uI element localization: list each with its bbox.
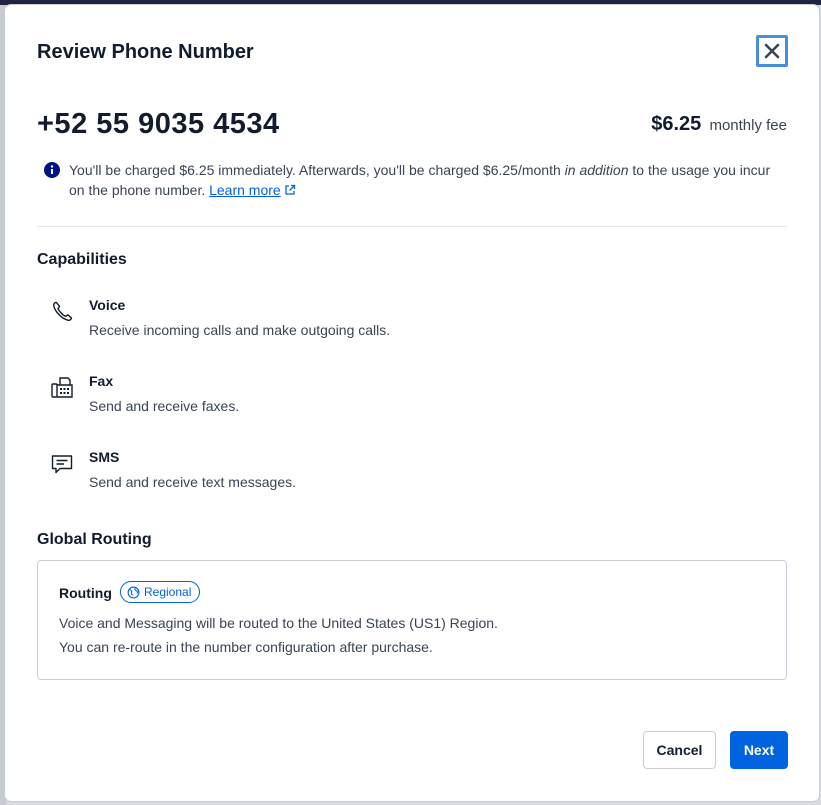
- capability-name: Voice: [89, 297, 126, 313]
- charge-notice: You'll be charged $6.25 immediately. Aft…: [69, 160, 779, 200]
- globe-icon: [127, 586, 140, 598]
- learn-more-link[interactable]: Learn more: [209, 182, 281, 198]
- capability-description: Receive incoming calls and make outgoing…: [89, 322, 391, 338]
- close-icon: [764, 43, 780, 59]
- learn-more-label: Learn more: [209, 182, 281, 198]
- routing-note: You can re-route in the number configura…: [59, 639, 433, 655]
- phone-icon: [53, 301, 73, 322]
- fee-label: monthly fee: [709, 117, 787, 134]
- routing-card: Routing Regional Voice and Messaging wil…: [37, 560, 787, 680]
- next-button[interactable]: Next: [730, 731, 788, 769]
- capabilities-heading: Capabilities: [37, 251, 127, 268]
- capability-name: SMS: [89, 449, 120, 465]
- routing-description: Voice and Messaging will be routed to th…: [59, 615, 498, 631]
- external-link-icon: [285, 184, 295, 195]
- chat-icon: [51, 455, 73, 474]
- review-phone-number-dialog: Review Phone Number +52 55 9035 4534 $6.…: [5, 5, 819, 801]
- section-divider: [37, 226, 787, 227]
- regional-badge: Regional: [120, 581, 201, 603]
- cancel-button[interactable]: Cancel: [643, 731, 716, 769]
- info-icon: [44, 162, 60, 178]
- notice-emphasis: in addition: [564, 162, 629, 178]
- capability-fax: Fax Send and receive faxes.: [49, 373, 749, 423]
- monthly-fee: $6.25 monthly fee: [651, 113, 787, 136]
- capability-voice: Voice Receive incoming calls and make ou…: [49, 297, 749, 347]
- close-button[interactable]: [756, 35, 788, 67]
- notice-text-1: You'll be charged $6.25 immediately. Aft…: [69, 162, 565, 178]
- capability-description: Send and receive faxes.: [89, 398, 240, 414]
- capability-sms: SMS Send and receive text messages.: [49, 449, 749, 499]
- global-routing-heading: Global Routing: [37, 531, 152, 548]
- capability-description: Send and receive text messages.: [89, 474, 297, 490]
- badge-label: Regional: [144, 585, 192, 599]
- capability-name: Fax: [89, 373, 114, 389]
- routing-label: Routing: [59, 585, 112, 601]
- fax-icon: [51, 377, 73, 398]
- fee-amount: $6.25: [651, 113, 702, 135]
- dialog-title: Review Phone Number: [37, 41, 254, 63]
- phone-number: +52 55 9035 4534: [37, 108, 280, 140]
